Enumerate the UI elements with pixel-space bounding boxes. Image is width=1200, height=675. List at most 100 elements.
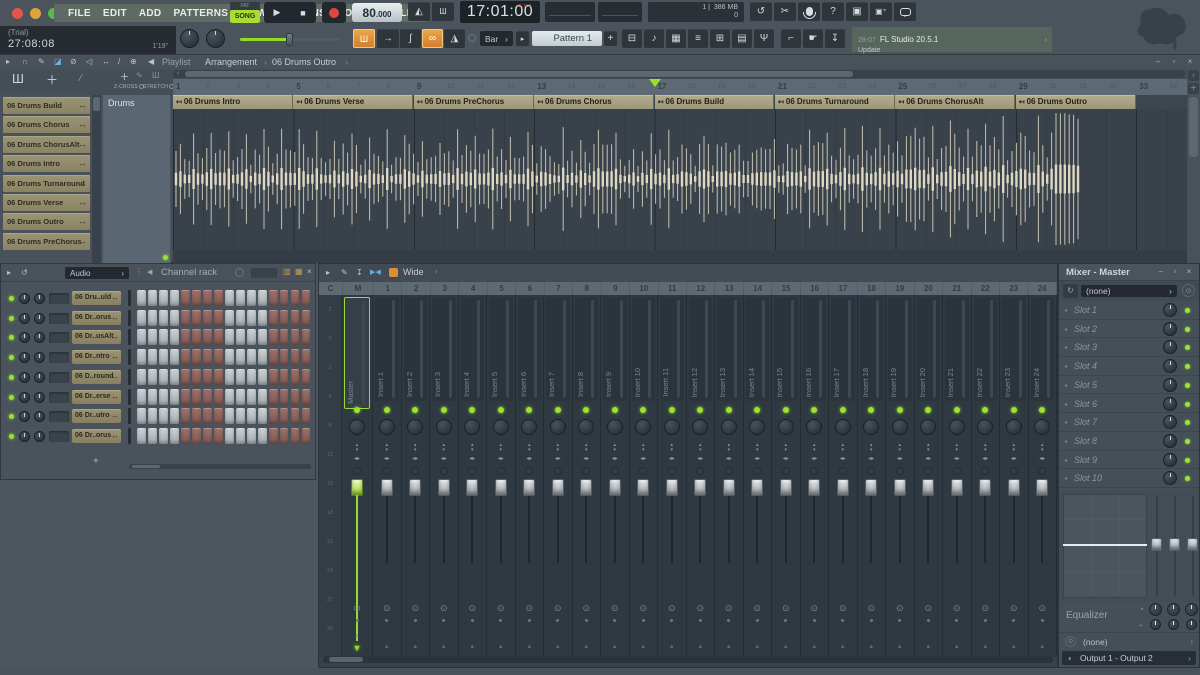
route-arrow[interactable]: ▲: [858, 644, 886, 650]
record-button[interactable]: [322, 2, 346, 23]
step-cell[interactable]: [225, 329, 234, 345]
clock-icon[interactable]: ⊙: [1065, 636, 1076, 647]
step-cell[interactable]: [269, 310, 278, 326]
step-cell[interactable]: [302, 389, 311, 405]
step-cell[interactable]: [181, 290, 190, 306]
effect-slot[interactable]: ▸Slot 2: [1059, 320, 1199, 339]
touch-controller-icon[interactable]: ☛: [803, 29, 823, 48]
step-cell[interactable]: [236, 389, 245, 405]
mute-led[interactable]: [555, 407, 561, 413]
step-cell[interactable]: [291, 349, 300, 365]
step-cell[interactable]: [280, 310, 289, 326]
record-arm-icon[interactable]: ⊙: [373, 603, 401, 614]
mixer-strip[interactable]: Insert 20▴ ▾◂▸⊙▲: [915, 295, 944, 657]
step-cell[interactable]: [159, 408, 168, 424]
strip-name-plate[interactable]: Insert 19: [888, 297, 912, 401]
step-cell[interactable]: [291, 389, 300, 405]
step-cell[interactable]: [247, 369, 256, 385]
step-cell[interactable]: [137, 369, 146, 385]
pat-label[interactable]: PAT: [230, 2, 260, 10]
timeline-bar-number[interactable]: 2: [206, 83, 210, 90]
step-cell[interactable]: [192, 349, 201, 365]
mute-led[interactable]: [640, 407, 646, 413]
clip[interactable]: ↤ 06 Drums Chorus: [534, 95, 654, 109]
pan-knob[interactable]: [349, 419, 365, 435]
scroll-handle[interactable]: [329, 657, 363, 662]
step-cell[interactable]: [214, 369, 223, 385]
volume-fader[interactable]: [409, 479, 421, 496]
timeline-bar-number[interactable]: 31: [1079, 83, 1087, 90]
stereo-sep-arrows[interactable]: ▴ ▾: [1029, 443, 1057, 453]
aux-knob[interactable]: [554, 467, 562, 475]
step-cell[interactable]: [192, 389, 201, 405]
channel-pan-knob[interactable]: [19, 293, 30, 304]
timeline-bar-number[interactable]: 19: [718, 83, 726, 90]
mute-led[interactable]: [1039, 407, 1045, 413]
stereo-sep-arrows[interactable]: ▴ ▾: [430, 443, 458, 453]
plugin-power-icon[interactable]: Ψ: [754, 29, 774, 48]
scroll-right-button[interactable]: ›: [1188, 70, 1199, 81]
mute-led[interactable]: [697, 407, 703, 413]
route-arrow[interactable]: ▲: [430, 644, 458, 650]
eq-width-knob-3[interactable]: [1186, 619, 1197, 630]
timeline-bar-number[interactable]: 24: [868, 83, 876, 90]
step-cell[interactable]: [236, 349, 245, 365]
help-icon[interactable]: ?: [822, 2, 844, 21]
sidechain-icon[interactable]: ↻: [1063, 284, 1078, 298]
stereo-sep-arrows[interactable]: ▴ ▾: [573, 443, 601, 453]
timeline-bar-number[interactable]: 22: [808, 83, 816, 90]
slot-mix-knob[interactable]: [1163, 453, 1177, 467]
slot-enable-led[interactable]: [1185, 458, 1190, 463]
volume-fader[interactable]: [466, 479, 478, 496]
volume-fader[interactable]: [780, 479, 792, 496]
master-volume-knob[interactable]: [180, 29, 199, 48]
mixer-route-box[interactable]: [49, 372, 69, 383]
channel-enable-led[interactable]: [9, 335, 14, 340]
close-window-button[interactable]: [12, 8, 23, 19]
route-arrow[interactable]: ▲: [573, 644, 601, 650]
step-cell[interactable]: [269, 329, 278, 345]
volume-fader[interactable]: [922, 479, 934, 496]
mute-led[interactable]: [469, 407, 475, 413]
timeline-bar-number[interactable]: 12: [507, 83, 515, 90]
channel-enable-led[interactable]: [9, 375, 14, 380]
slice-tool-icon[interactable]: /: [118, 57, 120, 66]
mute-led[interactable]: [612, 407, 618, 413]
channel-pan-knob[interactable]: [19, 392, 30, 403]
plugin-dropdown[interactable]: (none)›: [1081, 285, 1177, 297]
route-arrow[interactable]: ▲: [687, 644, 715, 650]
volume-fader[interactable]: [951, 479, 963, 496]
pan-arrows[interactable]: ◂▸: [1029, 455, 1057, 462]
timeline-bar-number[interactable]: 10: [447, 83, 455, 90]
eq-width-knob-1[interactable]: [1150, 619, 1161, 630]
slot-enable-led[interactable]: [1185, 476, 1190, 481]
record-arm-icon[interactable]: ⊙: [1029, 603, 1057, 614]
channel-pan-knob[interactable]: [19, 411, 30, 422]
mixer-strip[interactable]: Insert 18▴ ▾◂▸⊙▲: [858, 295, 887, 657]
col-insert-number[interactable]: 10: [630, 282, 658, 295]
clip[interactable]: ↤ 06 Drums Verse: [293, 95, 413, 109]
pan-knob[interactable]: [493, 419, 509, 435]
pan-arrows[interactable]: ◂▸: [801, 455, 829, 462]
volume-fader[interactable]: [979, 479, 991, 496]
piano-view-tab[interactable]: Ш: [12, 71, 24, 86]
strip-name-plate[interactable]: Insert 9: [603, 297, 627, 401]
delay-icon[interactable]: ⊙: [1182, 284, 1195, 297]
step-cell[interactable]: [302, 408, 311, 424]
step-cell[interactable]: [170, 349, 179, 365]
aux-knob[interactable]: [953, 467, 961, 475]
strip-name-plate[interactable]: Insert 11: [660, 297, 684, 401]
playlist-close-icon[interactable]: ×: [1184, 57, 1196, 66]
volume-fader[interactable]: [865, 479, 877, 496]
aux-knob[interactable]: [611, 467, 619, 475]
mute-led[interactable]: [840, 407, 846, 413]
mixer-strip[interactable]: Insert 22▴ ▾◂▸⊙▲: [972, 295, 1001, 657]
timeline-bar-number[interactable]: 9: [417, 82, 421, 91]
mixer-strip[interactable]: Insert 24▴ ▾◂▸⊙▲: [1029, 295, 1058, 657]
effect-slot[interactable]: ▸Slot 9: [1059, 451, 1199, 470]
paint-tool-icon[interactable]: ◪: [54, 57, 62, 66]
timeline-bar-number[interactable]: 14: [567, 83, 575, 90]
channel-name-button[interactable]: 06 D..round↔: [72, 370, 121, 384]
step-cell[interactable]: [247, 349, 256, 365]
step-cell[interactable]: [258, 408, 267, 424]
